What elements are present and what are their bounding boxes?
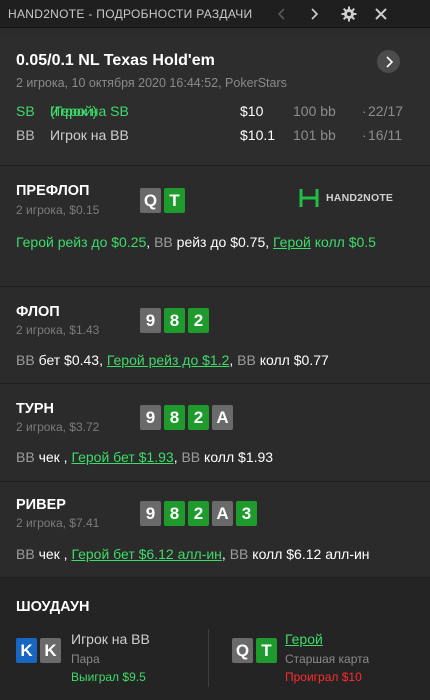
game-title: 0.05/0.1 NL Texas Hold'em xyxy=(16,52,215,69)
showdown-title: ШОУДАУН xyxy=(16,599,90,615)
action-text: чек , xyxy=(34,546,72,562)
street-actions: BB чек , Герой бет $6.12 алл-ин, BB колл… xyxy=(16,543,416,565)
action-text: рейз до $0.75, xyxy=(172,234,274,250)
card-3-clubs: 3 xyxy=(236,501,257,526)
player-row-bb: BB Игрок на BB $10.1 101 bb · 16/11 xyxy=(16,127,416,147)
player-label: BB xyxy=(16,546,35,562)
player-position: SB xyxy=(16,103,35,119)
street-actions: BB чек , Герой бет $1.93, BB колл $1.93 xyxy=(16,446,416,468)
card-row: 982 xyxy=(140,308,209,333)
player-position: BB xyxy=(16,127,35,143)
separator-dot: · xyxy=(362,103,367,119)
player-stats: 16/11 xyxy=(368,127,402,143)
street-preflop: ПРЕФЛОП 2 игрока, $0.15 QT Герой рейз до… xyxy=(0,167,430,287)
hero-action-link[interactable]: Герой бет $1.93 xyxy=(71,449,173,465)
showdown-player-name: Игрок на BB xyxy=(71,631,150,647)
action-text: , xyxy=(146,234,155,250)
street-title: ПРЕФЛОП xyxy=(16,183,90,199)
card-T-clubs: T xyxy=(256,638,277,663)
hero-action-link[interactable]: Герой бет $6.12 алл-ин xyxy=(71,546,221,562)
card-2-clubs: 2 xyxy=(188,308,209,333)
card-K-diamonds: K xyxy=(16,638,37,663)
street-title: РИВЕР xyxy=(16,497,66,513)
showdown-hand-rank: Пара xyxy=(71,652,100,666)
player-stack: $10.1 xyxy=(240,127,276,143)
action-text: чек , xyxy=(34,449,72,465)
card-row: QT xyxy=(140,188,185,213)
player-stack-bb: 101 bb xyxy=(293,127,336,143)
card-8-clubs: 8 xyxy=(164,405,185,430)
card-row: 982A xyxy=(140,405,233,430)
player-stats: 22/17 xyxy=(368,103,404,119)
title-bar: HAND2NOTE - ПОДРОБНОСТИ РАЗДАЧИ xyxy=(0,0,430,28)
chevron-left-icon[interactable] xyxy=(271,3,293,25)
action-text: бет $0.43, xyxy=(34,352,107,368)
card-2-clubs: 2 xyxy=(188,405,209,430)
player-stack: $10 xyxy=(240,103,264,119)
card-K-spades: K xyxy=(40,638,61,663)
card-Q-spades: Q xyxy=(140,188,161,213)
street-info: 2 игрока, $3.72 xyxy=(16,420,100,434)
action-text: колл $1.93 xyxy=(200,449,274,465)
card-A-spades: A xyxy=(212,405,233,430)
action-text: колл $0.77 xyxy=(255,352,329,368)
hero-action-link[interactable]: Герой рейз до $1.2 xyxy=(107,352,230,368)
street-info: 2 игрока, $0.15 xyxy=(16,203,100,217)
street-info: 2 игрока, $7.41 xyxy=(16,516,100,530)
game-info: 2 игрока, 10 октября 2020 16:44:52, Poke… xyxy=(16,76,287,90)
street-info: 2 игрока, $1.43 xyxy=(16,323,100,337)
player-stack-bb: 100 bb xyxy=(293,103,336,119)
card-9-spades: 9 xyxy=(140,308,161,333)
street-actions: Герой рейз до $0.25, BB рейз до $0.75, Г… xyxy=(16,231,416,253)
card-2-clubs: 2 xyxy=(188,501,209,526)
hand2note-logo: HAND2NOTE xyxy=(298,187,393,209)
street-flop: ФЛОП 2 игрока, $1.43 982 BB бет $0.43, Г… xyxy=(0,288,430,384)
card-8-clubs: 8 xyxy=(164,308,185,333)
card-row: 982A3 xyxy=(140,501,257,526)
player-label: BB xyxy=(16,449,35,465)
card-8-clubs: 8 xyxy=(164,501,185,526)
logo-text: HAND2NOTE xyxy=(326,192,394,204)
card-T-clubs: T xyxy=(164,188,185,213)
hand2note-logo-icon xyxy=(299,189,319,207)
hero-action-link[interactable]: Герой xyxy=(273,234,311,250)
card-9-spades: 9 xyxy=(140,501,161,526)
gear-icon[interactable] xyxy=(338,3,360,25)
player-name: Игрок на BB xyxy=(50,127,129,143)
card-Q-spades: Q xyxy=(232,638,253,663)
action-text: , xyxy=(229,352,238,368)
hand-summary: 0.05/0.1 NL Texas Hold'em 2 игрока, 10 о… xyxy=(0,36,430,166)
next-hand-button[interactable] xyxy=(377,50,400,73)
action-text: , xyxy=(221,546,230,562)
street-river: РИВЕР 2 игрока, $7.41 982A3 BB чек , Гер… xyxy=(0,483,430,578)
street-title: ТУРН xyxy=(16,401,55,417)
separator-dot: · xyxy=(362,127,367,143)
action-text: колл $0.5 xyxy=(310,234,376,250)
chevron-right-icon[interactable] xyxy=(303,3,325,25)
card-row: QT xyxy=(232,638,277,663)
player-label: BB xyxy=(154,234,173,250)
showdown-hand-rank: Старшая карта xyxy=(285,652,370,666)
player-label: BB xyxy=(181,449,201,465)
player-row-sb: SB Игрок на SB (Герой) $10 100 bb · 22/1… xyxy=(16,103,404,119)
card-row: KK xyxy=(16,638,61,663)
player-label: BB xyxy=(229,546,249,562)
action-text: Герой рейз до $0.25 xyxy=(16,234,147,250)
card-9-spades: 9 xyxy=(140,405,161,430)
player-label: BB xyxy=(16,352,35,368)
action-text: колл $6.12 алл-ин xyxy=(248,546,370,562)
showdown-section: ШОУДАУН KK Игрок на BB Пара Выиграл $9.5… xyxy=(0,578,430,700)
chevron-right-icon xyxy=(385,55,393,68)
showdown-result: Проиграл $10 xyxy=(285,670,362,684)
street-actions: BB бет $0.43, Герой рейз до $1.2, BB кол… xyxy=(16,349,416,371)
showdown-divider xyxy=(208,629,209,687)
close-icon[interactable] xyxy=(370,3,392,25)
street-title: ФЛОП xyxy=(16,304,60,320)
window-title: HAND2NOTE - ПОДРОБНОСТИ РАЗДАЧИ xyxy=(8,7,253,21)
card-A-spades: A xyxy=(212,501,233,526)
player-label: BB xyxy=(237,352,256,368)
showdown-result: Выиграл $9.5 xyxy=(71,670,146,684)
street-turn: ТУРН 2 игрока, $3.72 982A BB чек , Герой… xyxy=(0,385,430,482)
showdown-player-name-link[interactable]: Герой xyxy=(285,631,323,647)
